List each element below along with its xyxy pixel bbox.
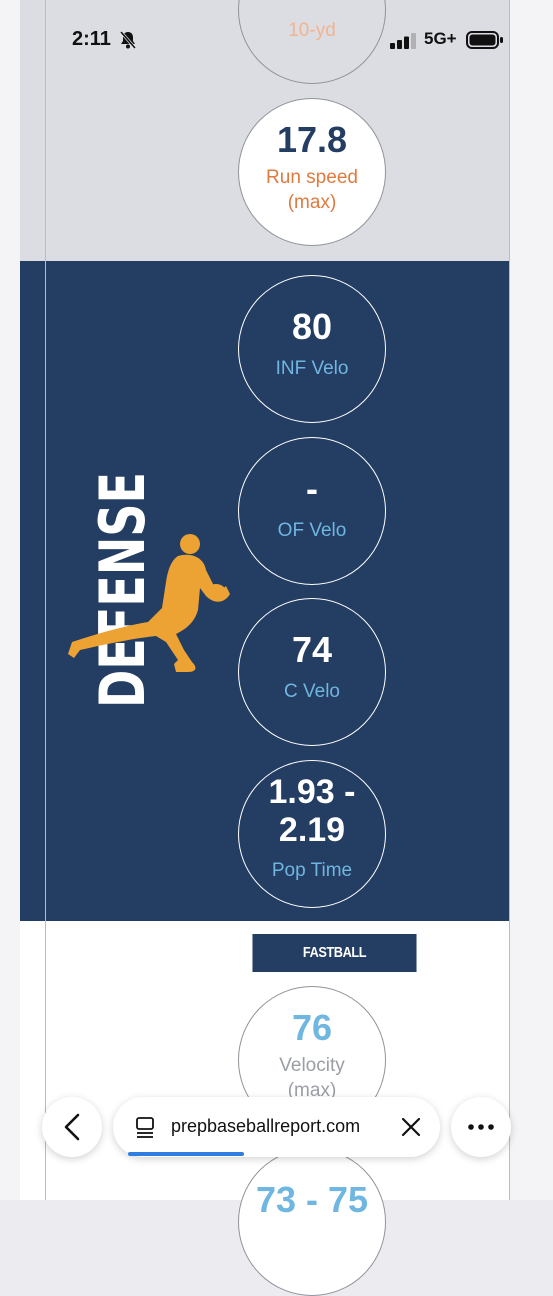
stat-value: 2.19 <box>278 811 346 849</box>
page-load-progress <box>128 1152 244 1156</box>
status-bar: 2:11 5G+ <box>0 0 553 80</box>
tabs-icon[interactable] <box>133 1115 157 1139</box>
more-dots-icon <box>468 1124 494 1130</box>
fastball-header: FASTBALL <box>252 934 417 972</box>
stat-circle-inf-velo: 80 INF Velo <box>238 275 386 423</box>
more-button[interactable] <box>451 1097 511 1157</box>
signal-icon <box>390 33 416 49</box>
close-icon[interactable] <box>399 1115 423 1139</box>
stat-value: 80 <box>291 306 333 347</box>
stat-label: C Velo <box>284 681 340 702</box>
stat-value: 1.93 - <box>268 773 356 811</box>
fielder-silhouette-icon <box>68 534 230 672</box>
stat-value: - <box>306 468 318 509</box>
page-frame-left <box>45 0 46 1200</box>
bell-muted-icon <box>119 31 137 49</box>
stat-label: OF Velo <box>277 520 347 541</box>
stat-circle-velocity-range: 73 - 75 <box>238 1148 386 1296</box>
stat-value: 74 <box>291 629 333 670</box>
stat-label: Run speed <box>266 167 358 188</box>
stat-label: (max) <box>287 192 337 213</box>
page-frame-right <box>509 0 510 1200</box>
stat-circle-run-speed: 17.8 Run speed (max) <box>238 98 386 246</box>
stat-label: INF Velo <box>275 358 349 379</box>
battery-icon <box>466 31 503 49</box>
back-button[interactable] <box>42 1097 102 1157</box>
url-text: prepbaseballreport.com <box>171 1116 361 1136</box>
status-time: 2:11 <box>72 28 111 50</box>
network-type: 5G+ <box>424 29 457 48</box>
chevron-left-icon <box>64 1113 80 1141</box>
stat-label: Pop Time <box>271 860 353 881</box>
stat-label: Velocity <box>279 1055 345 1076</box>
page-margin-right <box>509 0 553 1200</box>
stat-value: 17.8 <box>276 119 348 160</box>
stat-circle-pop-time: 1.93 - 2.19 Pop Time <box>238 760 386 908</box>
stat-circle-of-velo: - OF Velo <box>238 437 386 585</box>
stat-value: 76 <box>291 1007 333 1048</box>
stat-value: 73 - 75 <box>255 1179 369 1220</box>
page-margin-left <box>0 0 20 1200</box>
address-bar[interactable]: prepbaseballreport.com <box>113 1097 440 1157</box>
stat-circle-c-velo: 74 C Velo <box>238 598 386 746</box>
